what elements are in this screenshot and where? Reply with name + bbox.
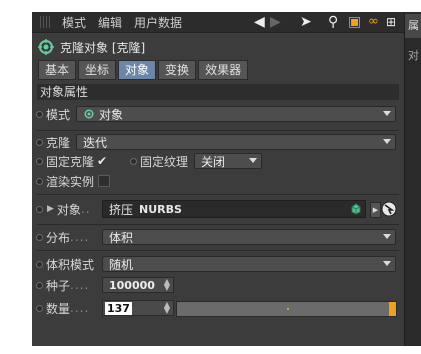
clone-label: 克隆 bbox=[46, 135, 71, 150]
side-tab-strip: 属 对 bbox=[404, 12, 421, 346]
seed-dots: .... bbox=[70, 278, 90, 292]
count-label: 数量 bbox=[46, 301, 71, 316]
clone-value: 迭代 bbox=[83, 135, 108, 150]
menu-item-edit[interactable]: 编辑 bbox=[98, 14, 122, 31]
distribution-label: 分布 bbox=[46, 230, 71, 245]
animate-dot-icon[interactable] bbox=[36, 157, 43, 165]
mode-dropdown[interactable]: 对象 bbox=[76, 106, 396, 122]
tab-basic[interactable]: 基本 bbox=[38, 60, 77, 80]
animate-dot-icon[interactable] bbox=[36, 138, 43, 146]
seed-input[interactable]: 100000 ▲ ▼ bbox=[102, 277, 174, 293]
object-link-label: 对象 bbox=[56, 202, 81, 217]
animate-dot-icon[interactable] bbox=[36, 281, 43, 289]
render-instance-checkbox[interactable] bbox=[98, 175, 111, 187]
count-value: 137 bbox=[105, 301, 132, 315]
drag-grip-icon[interactable] bbox=[40, 16, 52, 28]
slider-tick bbox=[287, 308, 289, 310]
menu-bar: 模式 编辑 用户数据 ◀ ▶ ➤ ⚲ ▣ ∞ ⊞ bbox=[32, 12, 404, 33]
divider bbox=[37, 194, 399, 195]
back-arrow-icon[interactable]: ◀ bbox=[254, 13, 265, 31]
object-link-row: ▶ 对象 .. bbox=[36, 200, 91, 218]
forward-arrow-icon[interactable]: ▶ bbox=[270, 13, 281, 31]
distribution-value: 体积 bbox=[109, 230, 134, 245]
pick-object-icon[interactable] bbox=[381, 201, 397, 217]
volume-mode-value: 随机 bbox=[109, 257, 134, 272]
animate-dot-icon[interactable] bbox=[36, 233, 43, 241]
attribute-manager: 模式 编辑 用户数据 ◀ ▶ ➤ ⚲ ▣ ∞ ⊞ 属 对 克隆对象 [克隆] 基… bbox=[32, 12, 421, 346]
count-row: 数量 .... bbox=[36, 299, 89, 317]
animate-dot-icon[interactable] bbox=[36, 260, 43, 268]
fix-texture-row: 固定纹理 bbox=[130, 152, 188, 170]
spinner-icon[interactable]: ▲ ▼ bbox=[164, 278, 170, 292]
chevron-down-icon bbox=[383, 261, 391, 266]
search-icon[interactable]: ⚲ bbox=[328, 13, 338, 31]
distribution-dots: .... bbox=[70, 230, 90, 244]
seed-row: 种子 .... bbox=[36, 276, 89, 294]
chevron-down-icon bbox=[249, 158, 257, 163]
volume-mode-label: 体积模式 bbox=[46, 257, 95, 272]
count-dots: .... bbox=[70, 301, 90, 315]
clone-dropdown[interactable]: 迭代 bbox=[76, 134, 396, 150]
tab-transform[interactable]: 变换 bbox=[158, 60, 197, 80]
count-input[interactable]: 137 ▲ ▼ bbox=[102, 300, 174, 316]
volume-mode-row: 体积模式 bbox=[36, 255, 94, 273]
count-slider[interactable] bbox=[176, 301, 397, 317]
object-link-value: 挤压 bbox=[109, 202, 134, 217]
fix-texture-dropdown[interactable]: 关闭 bbox=[194, 153, 262, 169]
chevron-down-icon bbox=[383, 139, 391, 144]
lock-icon[interactable]: ▣ bbox=[348, 13, 361, 31]
mode-label: 模式 bbox=[46, 107, 71, 122]
menu-item-user-data[interactable]: 用户数据 bbox=[134, 14, 182, 31]
animate-dot-icon[interactable] bbox=[36, 205, 43, 213]
side-tab-objects[interactable]: 对 bbox=[405, 44, 421, 68]
cloner-small-icon bbox=[84, 109, 94, 119]
render-instance-label: 渲染实例 bbox=[46, 174, 95, 189]
seed-value: 100000 bbox=[109, 278, 155, 292]
distribution-row: 分布 .... bbox=[36, 228, 89, 246]
render-instance-row: 渲染实例 bbox=[36, 172, 111, 190]
mode-value: 对象 bbox=[99, 107, 124, 122]
volume-mode-dropdown[interactable]: 随机 bbox=[102, 256, 396, 272]
cloner-icon bbox=[38, 39, 54, 55]
chevron-down-icon bbox=[383, 111, 391, 116]
tab-bar: 基本 坐标 对象 变换 效果器 bbox=[38, 60, 249, 80]
tab-effectors[interactable]: 效果器 bbox=[198, 60, 249, 80]
animate-dot-icon[interactable] bbox=[36, 110, 43, 118]
chevron-down-icon bbox=[383, 234, 391, 239]
fix-texture-label: 固定纹理 bbox=[140, 154, 189, 169]
mode-row: 模式 bbox=[36, 105, 70, 123]
tab-object[interactable]: 对象 bbox=[118, 60, 157, 80]
fix-clone-row: 固定克隆 ✔ bbox=[36, 152, 107, 170]
section-title: 对象属性 bbox=[37, 84, 399, 100]
object-header: 克隆对象 [克隆] bbox=[38, 37, 145, 57]
menu: 模式 编辑 用户数据 bbox=[62, 14, 182, 31]
new-panel-icon[interactable]: ∞ bbox=[368, 13, 379, 31]
divider bbox=[37, 250, 399, 251]
link-menu-arrow-icon[interactable]: ▶ bbox=[370, 202, 381, 218]
side-tab-attributes[interactable]: 属 bbox=[405, 14, 421, 38]
divider bbox=[37, 224, 399, 225]
animate-dot-icon[interactable] bbox=[36, 304, 43, 312]
animate-dot-icon[interactable] bbox=[130, 157, 137, 165]
object-title: 克隆对象 [克隆] bbox=[60, 40, 146, 55]
fix-clone-label: 固定克隆 bbox=[46, 154, 95, 169]
menu-item-mode[interactable]: 模式 bbox=[62, 14, 86, 31]
extrude-object-icon bbox=[351, 203, 361, 215]
cursor-icon[interactable]: ➤ bbox=[300, 13, 312, 31]
spinner-icon[interactable]: ▲ ▼ bbox=[164, 301, 170, 315]
slider-handle[interactable] bbox=[389, 302, 396, 316]
object-link-dots: .. bbox=[80, 202, 91, 216]
tab-coordinates[interactable]: 坐标 bbox=[78, 60, 117, 80]
object-link-tag: NURBS bbox=[139, 202, 182, 216]
expand-triangle-icon[interactable]: ▶ bbox=[47, 204, 54, 214]
seed-label: 种子 bbox=[46, 278, 71, 293]
distribution-dropdown[interactable]: 体积 bbox=[102, 229, 396, 245]
object-link-field[interactable]: 挤压 NURBS bbox=[102, 200, 366, 218]
animate-dot-icon[interactable] bbox=[36, 177, 43, 185]
clone-row: 克隆 bbox=[36, 133, 70, 151]
expand-icon[interactable]: ⊞ bbox=[386, 13, 396, 31]
fix-texture-value: 关闭 bbox=[201, 154, 226, 169]
fix-clone-checkbox[interactable]: ✔ bbox=[97, 154, 107, 168]
divider bbox=[37, 130, 399, 131]
